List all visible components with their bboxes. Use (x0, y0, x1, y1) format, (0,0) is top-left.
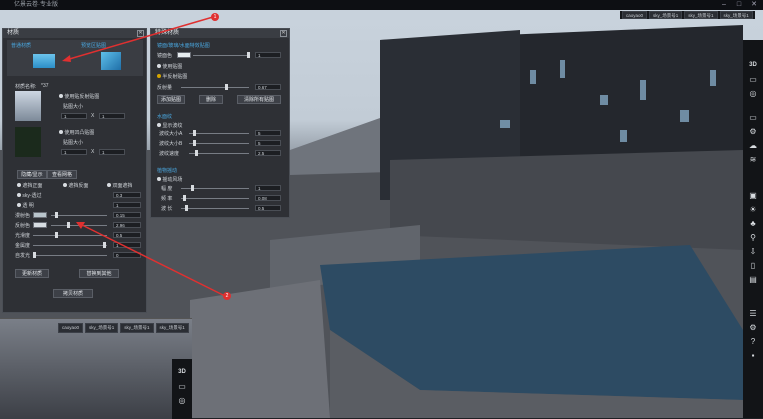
annotation-marker-1: 1 (211, 13, 219, 21)
arrow-1-line (65, 16, 214, 61)
annotation-marker-2: 2 (223, 292, 231, 300)
annotation-arrows (62, 16, 226, 297)
arrow-1-head (62, 55, 71, 62)
arrow-2-line (79, 223, 226, 297)
